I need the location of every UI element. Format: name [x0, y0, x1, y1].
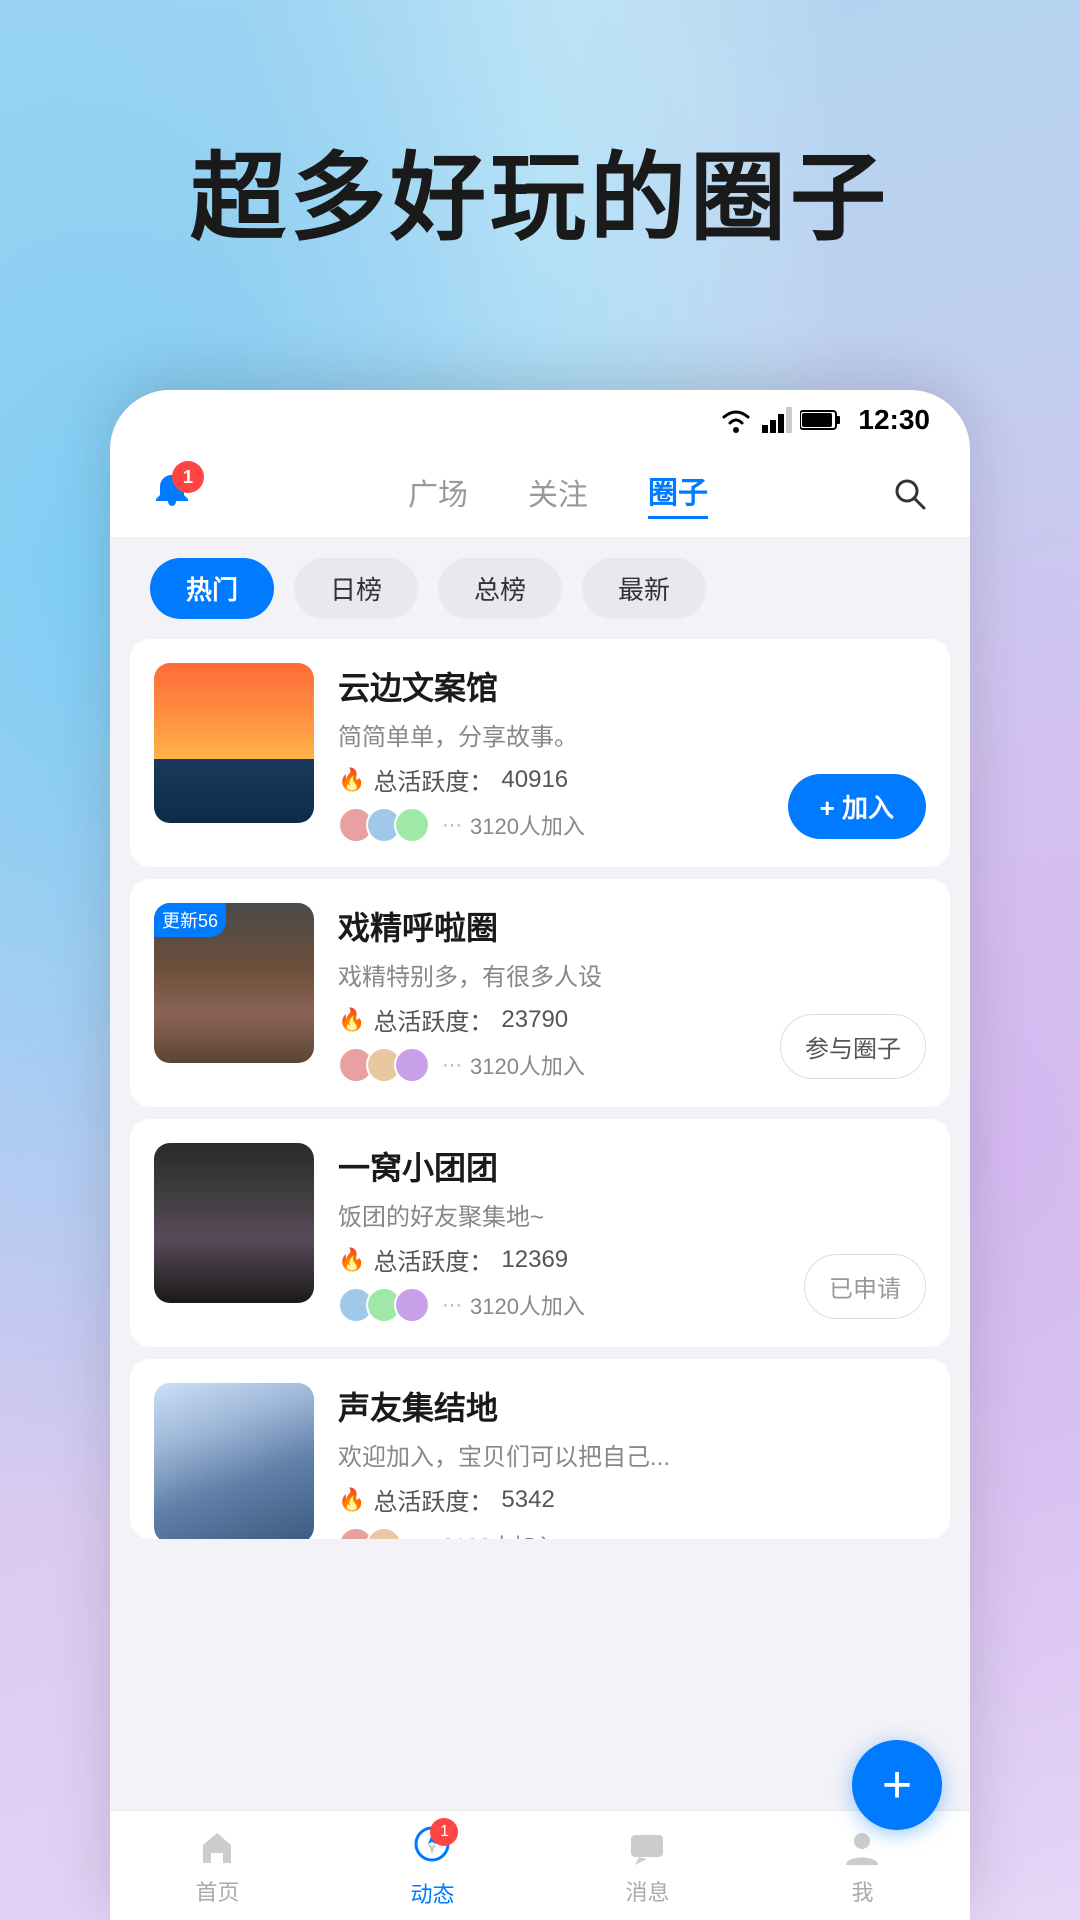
card-title-4: 声友集结地 [338, 1383, 926, 1429]
card-image-2: 更新56 [154, 903, 314, 1063]
bottom-nav-message[interactable]: 消息 [625, 1825, 669, 1907]
member-avatars-3 [338, 1287, 430, 1323]
card-desc-4: 欢迎加入，宝贝们可以把自己... [338, 1437, 926, 1472]
signal-icon [762, 407, 792, 433]
profile-label: 我 [851, 1875, 873, 1907]
community-card-2: 更新56 戏精呼啦圈 戏精特别多，有很多人设 🔥 总活跃度： 23790 ··· [130, 879, 950, 1107]
message-label: 消息 [625, 1875, 669, 1907]
notification-bell[interactable]: 1 [150, 469, 194, 518]
home-icon [195, 1825, 239, 1869]
user-icon [840, 1825, 884, 1869]
card-desc-2: 戏精特别多，有很多人设 [338, 957, 926, 992]
filter-latest[interactable]: 最新 [582, 558, 706, 619]
sunset-image [154, 663, 314, 823]
community-list: 云边文案馆 简简单单，分享故事。 🔥 总活跃度： 40916 ··· 3120人… [110, 639, 970, 1539]
card-desc-1: 简简单单，分享故事。 [338, 717, 926, 752]
bottom-nav-profile[interactable]: 我 [840, 1825, 884, 1907]
card-image-4 [154, 1383, 314, 1539]
wifi-icon [718, 407, 754, 433]
member-avatars-2 [338, 1047, 430, 1083]
avatar-more-3: ··· [442, 1294, 462, 1317]
filter-total[interactable]: 总榜 [438, 558, 562, 619]
join-button-1[interactable]: + 加入 [788, 774, 926, 839]
message-icon [625, 1825, 669, 1869]
member-avatars-4 [338, 1527, 402, 1539]
fire-icon-3: 🔥 [338, 1247, 365, 1273]
status-time: 12:30 [858, 404, 930, 436]
member-avatars-1 [338, 807, 430, 843]
fire-icon-4: 🔥 [338, 1487, 365, 1513]
fire-icon-1: 🔥 [338, 767, 365, 793]
filter-daily[interactable]: 日榜 [294, 558, 418, 619]
card-image-3 [154, 1143, 314, 1303]
card-action-2[interactable]: 参与圈子 [780, 1014, 926, 1079]
status-bar: 12:30 [110, 390, 970, 450]
update-badge-2: 更新56 [154, 903, 226, 937]
card-action-3[interactable]: 已申请 [804, 1254, 926, 1319]
fab-plus-icon: + [882, 1759, 912, 1811]
card-image-1 [154, 663, 314, 823]
applied-button-3[interactable]: 已申请 [804, 1254, 926, 1319]
community-card-4: 声友集结地 欢迎加入，宝贝们可以把自己... 🔥 总活跃度： 5342 ··· … [130, 1359, 950, 1539]
dynamic-label: 动态 [410, 1877, 454, 1909]
card-desc-3: 饭团的好友聚集地~ [338, 1197, 926, 1232]
avatar-more: ··· [442, 814, 462, 837]
nav-tabs: 广场 关注 圈子 [226, 468, 890, 519]
bottom-nav-home[interactable]: 首页 [195, 1825, 239, 1907]
status-icons: 12:30 [718, 404, 930, 436]
community-card-3: 一窝小团团 饭团的好友聚集地~ 🔥 总活跃度： 12369 ··· 3120人加… [130, 1119, 950, 1347]
girl2-image [154, 1143, 314, 1303]
tab-guanzhu[interactable]: 关注 [528, 470, 588, 518]
avatar-4-2 [366, 1527, 402, 1539]
card-members-4: ··· 3120人加入 [338, 1527, 926, 1539]
filter-bar: 热门 日榜 总榜 最新 [110, 538, 970, 639]
couple-image [154, 1383, 314, 1539]
notification-badge: 1 [172, 461, 204, 493]
home-label: 首页 [195, 1875, 239, 1907]
tab-guangchang[interactable]: 广场 [408, 470, 468, 518]
avatar-3-3 [394, 1287, 430, 1323]
battery-icon [800, 409, 842, 431]
tab-quanzi[interactable]: 圈子 [648, 468, 708, 519]
avatar-more-2: ··· [442, 1054, 462, 1077]
phone-mockup: 12:30 1 广场 关注 圈子 热门 日榜 总榜 最新 [110, 390, 970, 1920]
filter-hot[interactable]: 热门 [150, 558, 274, 619]
bottom-nav: 首页 1 动态 消息 我 [110, 1810, 970, 1920]
avatar-3 [394, 807, 430, 843]
community-card-1: 云边文案馆 简简单单，分享故事。 🔥 总活跃度： 40916 ··· 3120人… [130, 639, 950, 867]
participate-button-2[interactable]: 参与圈子 [780, 1014, 926, 1079]
card-content-4: 声友集结地 欢迎加入，宝贝们可以把自己... 🔥 总活跃度： 5342 ··· … [338, 1383, 926, 1539]
card-title-2: 戏精呼啦圈 [338, 903, 926, 949]
card-action-1[interactable]: + 加入 [788, 774, 926, 839]
fab-button[interactable]: + [852, 1740, 942, 1830]
bottom-nav-dynamic[interactable]: 1 动态 [410, 1822, 454, 1909]
nav-bar: 1 广场 关注 圈子 [110, 450, 970, 538]
fire-icon-2: 🔥 [338, 1007, 365, 1033]
card-title-1: 云边文案馆 [338, 663, 926, 709]
card-activity-4: 🔥 总活跃度： 5342 [338, 1482, 926, 1517]
card-title-3: 一窝小团团 [338, 1143, 926, 1189]
search-button[interactable] [890, 474, 930, 514]
avatar-more-4: ··· [414, 1534, 434, 1540]
avatar-2-3 [394, 1047, 430, 1083]
hero-title: 超多好玩的圈子 [0, 120, 1080, 259]
